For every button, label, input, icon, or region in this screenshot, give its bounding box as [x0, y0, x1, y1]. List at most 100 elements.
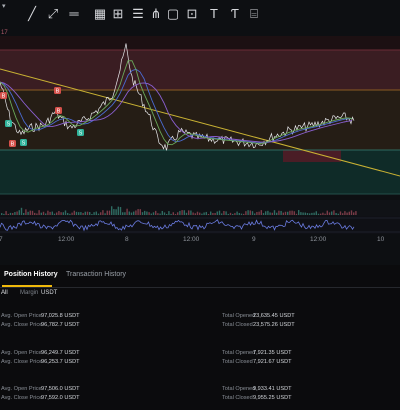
- x-axis-label: 8: [125, 236, 129, 243]
- filter-all[interactable]: All: [1, 290, 8, 296]
- filter-margin-label: Margin: [20, 290, 39, 296]
- volume-bar: [302, 212, 304, 215]
- resistance-zone: [0, 50, 400, 90]
- volume-bar: [320, 213, 322, 215]
- volume-bar: [322, 212, 324, 215]
- volume-bar: [128, 211, 130, 215]
- tab-transaction-history[interactable]: Transaction History: [66, 271, 126, 278]
- note-tool-icon[interactable]: Ƭ: [227, 6, 243, 22]
- volume-bar: [251, 211, 254, 215]
- volume-bar: [117, 206, 119, 215]
- volume-bar: [289, 210, 291, 215]
- range-tool-icon[interactable]: ⊞: [110, 6, 126, 22]
- volume-bar: [335, 213, 337, 215]
- trade-marker-label: S: [79, 131, 83, 137]
- position-row[interactable]: Avg. Open Price 97,025.8 USDT Avg. Close…: [0, 313, 400, 337]
- volume-bar: [309, 213, 311, 215]
- line-tool-icon[interactable]: ╱: [24, 6, 40, 22]
- volume-bar: [27, 211, 29, 215]
- volume-bar: [119, 207, 122, 215]
- volume-bar: [108, 210, 111, 215]
- volume-bar: [258, 211, 260, 215]
- volume-bar: [40, 212, 42, 215]
- volume-bar: [223, 211, 225, 215]
- text-tool-icon[interactable]: T: [206, 6, 222, 22]
- volume-bar: [269, 212, 271, 215]
- volume-bar: [247, 210, 249, 215]
- volume-bar: [34, 212, 36, 215]
- volume-bar: [311, 212, 313, 215]
- volume-bar: [229, 212, 232, 215]
- ray-tool-icon[interactable]: ⤢: [45, 6, 61, 22]
- rectangle-tool-icon[interactable]: ▢: [165, 6, 181, 22]
- volume-bar: [212, 213, 214, 215]
- volume-bar: [106, 210, 108, 215]
- volume-bar: [124, 212, 126, 215]
- x-axis-label: 9: [252, 236, 256, 243]
- position-row[interactable]: Avg. Open Price 96,249.7 USDT Avg. Close…: [0, 350, 400, 374]
- volume-bar: [236, 211, 238, 215]
- measure-tool-icon[interactable]: ═: [66, 6, 82, 22]
- avg-open-price-label: Avg. Open Price: [1, 386, 42, 392]
- volume-bar: [53, 213, 56, 215]
- fib-tool-icon[interactable]: ☰: [130, 6, 146, 22]
- volume-bar: [192, 212, 194, 215]
- volume-bar: [293, 211, 295, 215]
- x-axis-label: 12:00: [310, 236, 327, 243]
- volume-bar: [47, 210, 49, 215]
- total-closed-value: 9,955.25 USDT: [253, 395, 292, 401]
- volume-bar: [58, 210, 60, 215]
- volume-bar: [298, 210, 300, 215]
- dropdown-caret-icon[interactable]: ▾: [2, 2, 6, 10]
- volume-bar: [89, 212, 91, 215]
- tab-position-history[interactable]: Position History: [4, 271, 58, 278]
- volume-bar: [273, 210, 276, 215]
- volume-bar: [36, 213, 38, 215]
- filter-usdt[interactable]: USDT: [41, 290, 57, 296]
- volume-bar: [1, 213, 3, 215]
- volume-bar: [342, 213, 344, 215]
- volume-bar: [146, 211, 148, 215]
- volume-bar: [155, 210, 157, 215]
- volume-bar: [306, 213, 309, 215]
- x-axis-label: 10: [377, 236, 385, 243]
- volume-bar: [78, 212, 80, 215]
- volume-bar: [159, 213, 161, 215]
- volume-bar: [337, 213, 339, 215]
- volume-bar: [284, 211, 287, 215]
- volume-bar: [163, 212, 166, 215]
- position-row[interactable]: Avg. Open Price 97,506.0 USDT Avg. Close…: [0, 386, 400, 410]
- pitchfork-tool-icon[interactable]: ⋔: [148, 6, 164, 22]
- volume-bar: [218, 210, 221, 215]
- volume-bar: [20, 207, 23, 215]
- avg-close-price-value: 96,782.7 USDT: [41, 322, 80, 328]
- volume-bar: [23, 213, 25, 215]
- volume-bar: [113, 209, 115, 215]
- trade-marker-label: B: [57, 109, 61, 115]
- volume-bar: [115, 209, 117, 215]
- volume-bar: [234, 213, 236, 215]
- volume-bar: [84, 211, 86, 215]
- volume-bar: [331, 211, 333, 215]
- volume-bar: [240, 213, 243, 215]
- chart-canvas[interactable]: B S B S B B S: [0, 0, 400, 265]
- volume-bar: [69, 213, 71, 215]
- trade-marker-label: B: [11, 142, 15, 148]
- volume-bar: [5, 211, 7, 215]
- grid-tool-icon[interactable]: ▦: [92, 6, 108, 22]
- volume-bar: [168, 211, 170, 215]
- volume-bar: [238, 212, 240, 215]
- total-closed-value: 23,575.26 USDT: [253, 322, 295, 328]
- total-opened-label: Total Opened: [222, 313, 256, 319]
- volume-bar: [135, 210, 137, 215]
- date-range-icon[interactable]: ⊡: [184, 6, 200, 22]
- volume-bar: [75, 211, 78, 215]
- price-chart[interactable]: B S B S B B S ▾ 17 ╱ ⤢ ═ ▦ ⊞ ☰ ⋔ ▢ ⊡ T Ƭ ⌸ 7 1…: [0, 0, 400, 265]
- volume-bar: [243, 213, 245, 215]
- frame-tool-icon[interactable]: ⌸: [246, 6, 262, 22]
- avg-close-price-value: 97,592.0 USDT: [41, 395, 80, 401]
- volume-bar: [280, 210, 282, 215]
- volume-bar: [16, 211, 18, 215]
- top-dark-band: [0, 36, 400, 50]
- volume-bar: [355, 211, 357, 215]
